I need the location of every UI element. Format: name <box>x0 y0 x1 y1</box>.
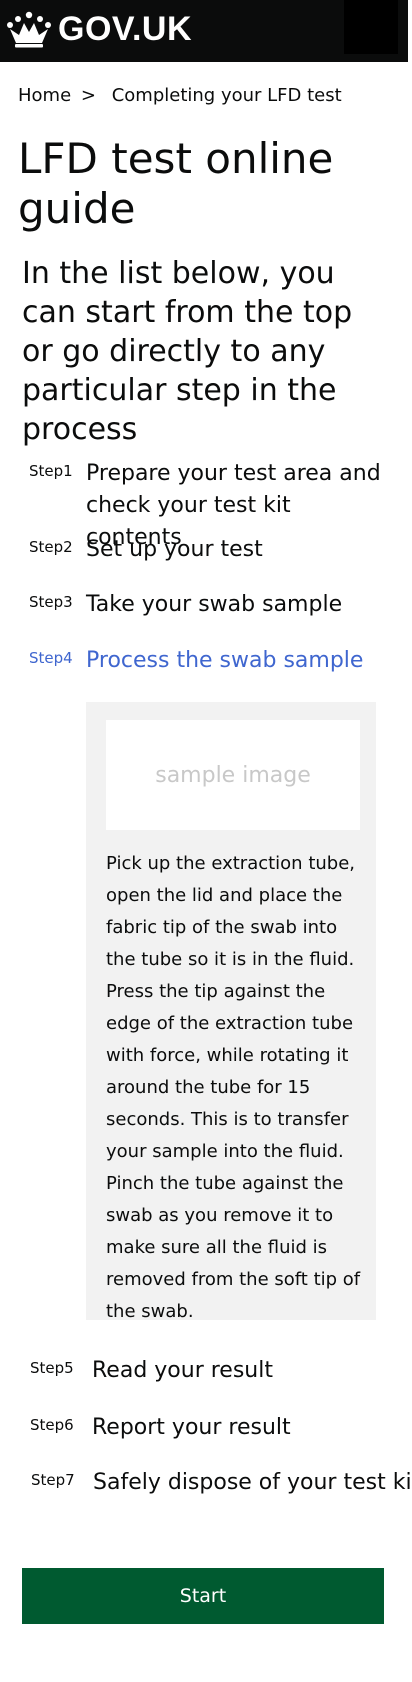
step-title[interactable]: Set up your test <box>86 534 386 566</box>
step-number: Step1 <box>29 462 73 480</box>
instruction-paragraph: Press the tip against the edge of the ex… <box>106 981 354 1162</box>
breadcrumb-current: Completing your LFD test <box>111 85 342 106</box>
step-number: Step5 <box>30 1359 74 1377</box>
lead-paragraph: In the list below, you can start from th… <box>22 256 353 447</box>
site-header: GOV.UK <box>0 0 408 62</box>
breadcrumb-separator: > <box>80 85 96 106</box>
step-number: Step3 <box>29 593 73 611</box>
step-details-panel: sample image Pick up the extraction tube… <box>86 702 376 1322</box>
instruction-paragraph: Pinch the tube against the swab as you r… <box>106 1173 361 1322</box>
page-title: LFD test online guide <box>18 134 334 233</box>
logo-text: GOV.UK <box>58 10 193 48</box>
step-title[interactable]: Process the swab sample <box>86 645 386 677</box>
step-title[interactable]: Read your result <box>92 1355 392 1387</box>
step-instructions: Pick up the extraction tube, open the li… <box>106 848 370 1328</box>
menu-button[interactable] <box>344 0 398 54</box>
step-title[interactable]: Take your swab sample <box>86 589 386 621</box>
instruction-paragraph: Pick up the extraction tube, open the li… <box>106 853 356 970</box>
govuk-logo-link[interactable]: GOV.UK <box>6 10 192 48</box>
sample-image-placeholder: sample image <box>155 762 311 788</box>
step-number: Step4 <box>29 649 73 667</box>
sample-image: sample image <box>106 720 360 830</box>
step-title[interactable]: Safely dispose of your test kit <box>93 1467 412 1499</box>
start-button[interactable]: Start <box>22 1568 384 1624</box>
step-number: Step7 <box>31 1471 75 1489</box>
step-title[interactable]: Report your result <box>92 1412 392 1444</box>
step-number: Step2 <box>29 538 73 556</box>
breadcrumb-home-link[interactable]: Home <box>18 85 71 106</box>
step-number: Step6 <box>30 1416 74 1434</box>
breadcrumb: Home > Completing your LFD test <box>18 84 342 108</box>
crown-icon <box>7 11 51 48</box>
